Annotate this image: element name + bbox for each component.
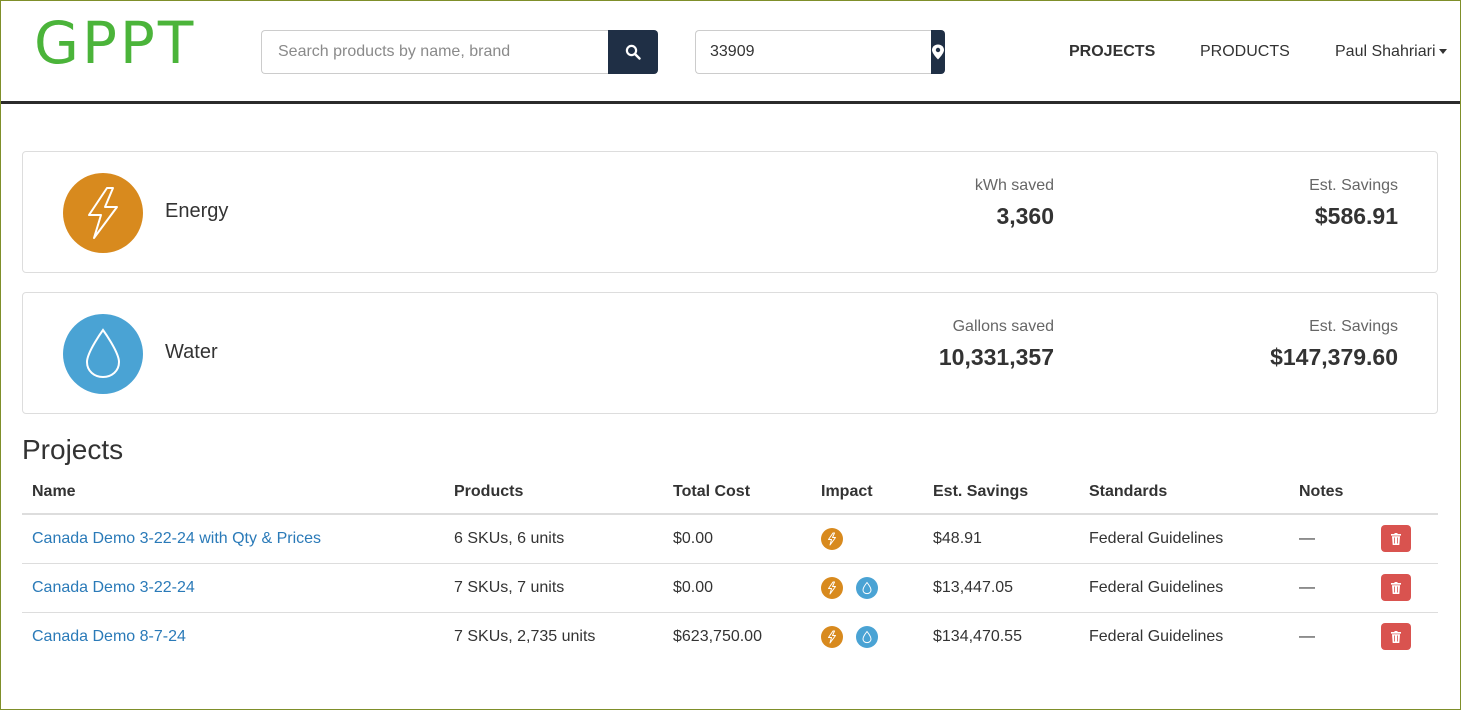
user-menu[interactable]: Paul Shahriari	[1335, 43, 1447, 61]
products-cell: 6 SKUs, 6 units	[444, 514, 663, 564]
savings-cell: $48.91	[923, 514, 1079, 564]
table-row: Canada Demo 3-22-24 7 SKUs, 7 units $0.0…	[22, 563, 1438, 613]
water-impact-icon	[856, 625, 878, 648]
products-cell: 7 SKUs, 2,735 units	[454, 627, 596, 645]
nav-projects-link[interactable]: PROJECTS	[1069, 43, 1155, 61]
notes-cell: —	[1289, 514, 1371, 564]
savings-cell: $134,470.55	[933, 627, 1022, 645]
top-navbar: GPPT PROJECTS PRODUCTS Paul Shahriari	[0, 0, 1461, 104]
table-header-row: Name Products Total Cost Impact Est. Sav…	[22, 470, 1438, 515]
column-header[interactable]: Products	[444, 470, 663, 515]
search-icon	[625, 44, 641, 60]
energy-summary-card: Energy kWh saved 3,360 Est. Savings $586…	[22, 151, 1438, 273]
caret-down-icon	[1438, 49, 1447, 55]
energy-impact-icon	[821, 625, 843, 648]
impact-cell	[811, 514, 923, 564]
column-header[interactable]: Impact	[811, 470, 923, 515]
kwh-saved-stat: kWh saved 3,360	[975, 177, 1054, 230]
water-title: Water	[165, 341, 218, 363]
column-header[interactable]: Notes	[1289, 470, 1371, 515]
impact-cell	[811, 563, 923, 613]
column-header[interactable]: Total Cost	[663, 470, 811, 515]
column-header[interactable]: Est. Savings	[923, 470, 1079, 515]
standards-cell: Federal Guidelines	[1079, 563, 1289, 613]
trash-icon	[1391, 532, 1401, 545]
water-impact-icon	[856, 576, 878, 599]
products-cell: 7 SKUs, 7 units	[444, 563, 663, 613]
impact-cell	[811, 612, 923, 661]
energy-savings-value: $586.91	[1314, 203, 1398, 229]
app-logo[interactable]: GPPT	[34, 14, 196, 72]
search-button[interactable]	[608, 30, 658, 74]
water-savings-stat: Est. Savings $147,379.60	[1270, 318, 1398, 371]
map-marker-icon	[932, 44, 944, 60]
water-drop-icon	[63, 314, 143, 394]
user-name: Paul Shahriari	[1335, 43, 1436, 60]
location-group	[695, 30, 945, 74]
trash-icon	[1391, 630, 1401, 643]
notes-cell: —	[1289, 563, 1371, 613]
energy-icon	[63, 173, 143, 253]
energy-savings-stat: Est. Savings $586.91	[1309, 177, 1398, 230]
gallons-saved-label: Gallons saved	[952, 318, 1054, 335]
projects-heading: Projects	[22, 434, 124, 465]
standards-cell: Federal Guidelines	[1079, 514, 1289, 564]
column-header[interactable]: Standards	[1079, 470, 1289, 515]
product-search	[261, 30, 658, 74]
location-button[interactable]	[931, 30, 945, 74]
delete-button[interactable]	[1381, 574, 1411, 601]
project-link[interactable]: Canada Demo 3-22-24	[32, 579, 195, 596]
energy-impact-icon	[821, 576, 843, 599]
energy-title: Energy	[165, 200, 229, 222]
notes-cell: —	[1299, 627, 1315, 645]
total-cost-cell: $623,750.00	[673, 627, 762, 645]
gallons-saved-value: 10,331,357	[938, 344, 1054, 370]
energy-impact-icon	[821, 527, 843, 550]
standards-cell: Federal Guidelines	[1089, 627, 1224, 645]
column-header	[1371, 470, 1438, 515]
savings-cell: $13,447.05	[923, 563, 1079, 613]
delete-button[interactable]	[1381, 623, 1411, 651]
water-savings-value: $147,379.60	[1270, 344, 1398, 370]
project-link[interactable]: Canada Demo 3-22-24 with Qty & Prices	[32, 530, 321, 547]
nav-products-link[interactable]: PRODUCTS	[1200, 43, 1290, 61]
table-row: Canada Demo 8-7-24 7 SKUs, 2,735 units $…	[22, 612, 1438, 661]
total-cost-cell: $0.00	[663, 514, 811, 564]
trash-icon	[1391, 581, 1401, 594]
total-cost-cell: $0.00	[663, 563, 811, 613]
delete-button[interactable]	[1381, 525, 1411, 553]
energy-savings-label: Est. Savings	[1309, 177, 1398, 194]
table-row: Canada Demo 3-22-24 with Qty & Prices 6 …	[22, 514, 1438, 564]
project-link[interactable]: Canada Demo 8-7-24	[32, 628, 186, 645]
kwh-saved-label: kWh saved	[974, 177, 1054, 194]
kwh-saved-value: 3,360	[996, 203, 1054, 229]
gallons-saved-stat: Gallons saved 10,331,357	[939, 318, 1054, 371]
water-savings-label: Est. Savings	[1309, 318, 1398, 335]
search-input[interactable]	[261, 30, 608, 74]
zip-code-input[interactable]	[695, 30, 931, 74]
projects-table: Name Products Total Cost Impact Est. Sav…	[22, 470, 1438, 661]
water-summary-card: Water Gallons saved 10,331,357 Est. Savi…	[22, 292, 1438, 414]
column-header[interactable]: Name	[22, 470, 444, 515]
